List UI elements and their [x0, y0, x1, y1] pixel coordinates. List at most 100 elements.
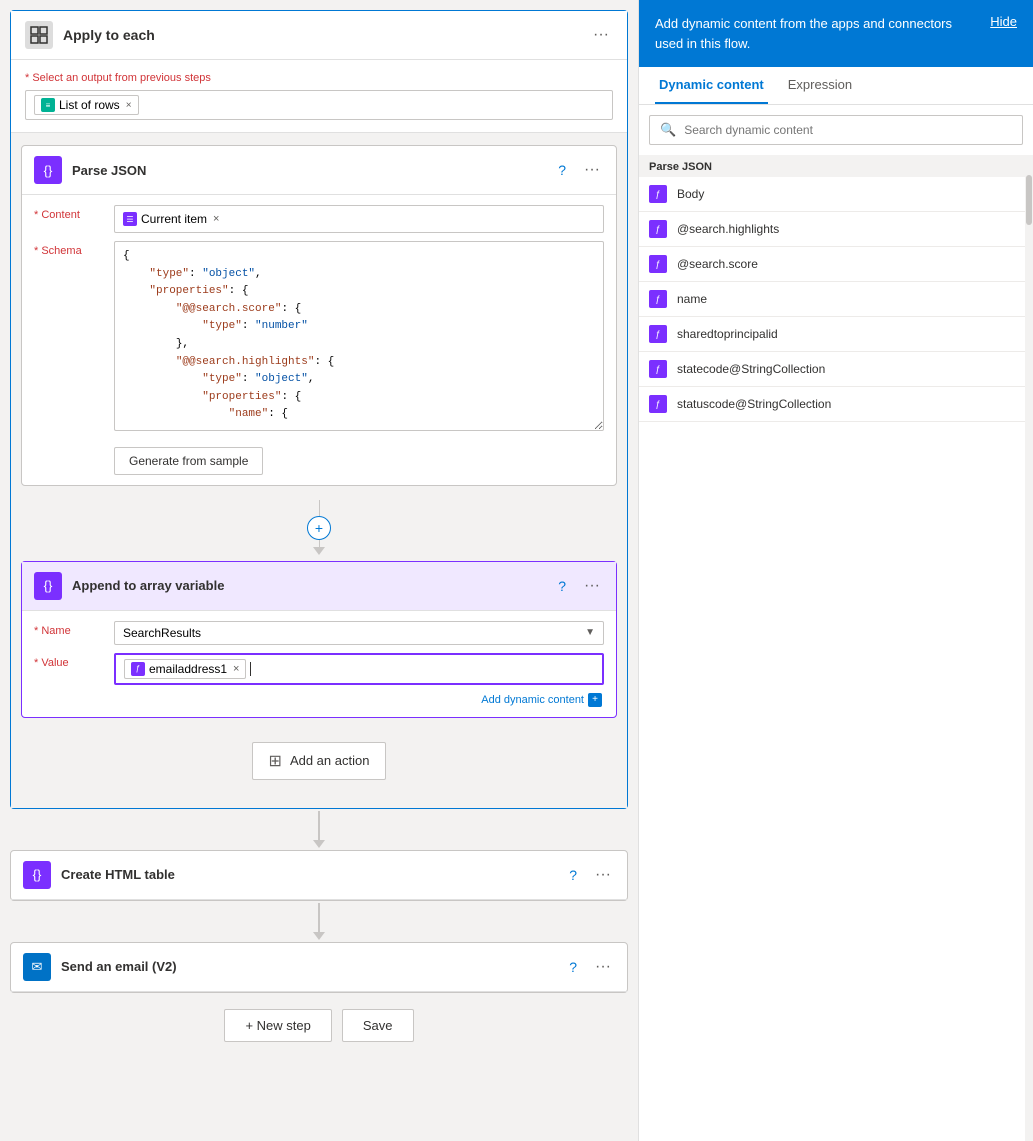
- value-label: Value: [34, 653, 104, 669]
- dynamic-name-icon: ƒ: [649, 290, 667, 308]
- append-array-title: Append to array variable: [72, 578, 554, 593]
- append-array-body: Name SearchResults ▼ Value ƒ emailaddres…: [22, 611, 616, 717]
- dynamic-statecode-icon: ƒ: [649, 360, 667, 378]
- value-cursor: [250, 662, 251, 676]
- select-output-label: * Select an output from previous steps: [25, 72, 613, 84]
- append-more-btn[interactable]: ···: [580, 575, 604, 597]
- append-help-btn[interactable]: ?: [554, 576, 570, 596]
- vert-line-1: [318, 811, 320, 841]
- generate-from-sample-btn[interactable]: Generate from sample: [114, 447, 263, 475]
- schema-content: { "type": "object", "properties": { "@@s…: [123, 248, 595, 424]
- arrow-down-1: [313, 547, 325, 555]
- send-email-header: ✉ Send an email (V2) ? ···: [11, 943, 627, 992]
- parse-json-body: Content ☰ Current item × Schema {: [22, 195, 616, 485]
- name-dropdown-chevron: ▼: [585, 627, 595, 638]
- emailaddress-tag-icon: ƒ: [131, 662, 145, 676]
- html-table-more-btn[interactable]: ···: [591, 864, 615, 886]
- dynamic-item-statuscode[interactable]: ƒ statuscode@StringCollection: [639, 387, 1033, 422]
- create-html-table-card: {} Create HTML table ? ···: [10, 850, 628, 901]
- parse-json-help-btn[interactable]: ?: [554, 160, 570, 180]
- dynamic-search-score-icon: ƒ: [649, 255, 667, 273]
- schema-textarea[interactable]: { "type": "object", "properties": { "@@s…: [114, 241, 604, 431]
- content-label: Content: [34, 205, 104, 221]
- add-action-label: Add an action: [290, 753, 370, 768]
- dynamic-item-sharedtoprincipalid[interactable]: ƒ sharedtoprincipalid: [639, 317, 1033, 352]
- apply-to-each-title: Apply to each: [63, 27, 589, 43]
- connector-line-1: [319, 500, 320, 516]
- search-dynamic-input[interactable]: [684, 123, 1012, 137]
- new-step-btn[interactable]: + New step: [224, 1009, 331, 1042]
- inner-area: {} Parse JSON ? ··· Content ☰ Current it…: [11, 132, 627, 808]
- create-html-table-title: Create HTML table: [61, 867, 565, 882]
- emailaddress-tag-close[interactable]: ×: [233, 663, 239, 675]
- list-rows-tag-label: List of rows: [59, 98, 120, 112]
- add-action-btn[interactable]: ⊞ Add an action: [252, 742, 387, 780]
- tab-expression[interactable]: Expression: [784, 67, 856, 104]
- list-rows-tag-container[interactable]: ≡ List of rows ×: [25, 90, 613, 120]
- html-table-actions: ? ···: [565, 864, 615, 886]
- name-dropdown[interactable]: SearchResults ▼: [114, 621, 604, 645]
- send-email-title: Send an email (V2): [61, 959, 565, 974]
- name-label: Name: [34, 621, 104, 637]
- dynamic-item-statecode[interactable]: ƒ statecode@StringCollection: [639, 352, 1033, 387]
- value-input[interactable]: ƒ emailaddress1 ×: [114, 653, 604, 685]
- name-dropdown-value: SearchResults: [123, 626, 201, 640]
- dynamic-sharedtoprincipalid-icon: ƒ: [649, 325, 667, 343]
- apply-to-each-card: Apply to each ··· * Select an output fro…: [10, 10, 628, 809]
- dynamic-body-icon: ƒ: [649, 185, 667, 203]
- hide-panel-btn[interactable]: Hide: [990, 14, 1017, 29]
- dynamic-statuscode-label: statuscode@StringCollection: [677, 397, 831, 411]
- content-input[interactable]: ☰ Current item ×: [114, 205, 604, 233]
- dynamic-content-search-box: 🔍: [649, 115, 1023, 145]
- send-email-help-btn[interactable]: ?: [565, 957, 581, 977]
- dynamic-content-list: Parse JSON ƒ Body ƒ @search.highlights ƒ…: [639, 155, 1033, 1141]
- apply-to-each-icon: [25, 21, 53, 49]
- schema-label: Schema: [34, 241, 104, 257]
- connector-2: [0, 809, 638, 850]
- dynamic-content-header-text: Add dynamic content from the apps and co…: [655, 14, 980, 53]
- tab-dynamic-content[interactable]: Dynamic content: [655, 67, 768, 104]
- connector-1: +: [21, 494, 617, 561]
- dynamic-search-highlights-label: @search.highlights: [677, 222, 779, 236]
- html-table-help-btn[interactable]: ?: [565, 865, 581, 885]
- arrow-down-3: [313, 932, 325, 940]
- dynamic-item-search-highlights[interactable]: ƒ @search.highlights: [639, 212, 1033, 247]
- parse-json-icon: {}: [34, 156, 62, 184]
- dynamic-item-body[interactable]: ƒ Body: [639, 177, 1033, 212]
- dynamic-item-name[interactable]: ƒ name: [639, 282, 1033, 317]
- apply-more-btn[interactable]: ···: [589, 24, 613, 46]
- add-dynamic-content-link[interactable]: Add dynamic content +: [34, 693, 604, 707]
- connector-3: [0, 901, 638, 942]
- dynamic-name-label: name: [677, 292, 707, 306]
- dynamic-item-search-score[interactable]: ƒ @search.score: [639, 247, 1033, 282]
- current-item-close[interactable]: ×: [213, 213, 219, 225]
- apply-body: * Select an output from previous steps ≡…: [11, 60, 627, 132]
- emailaddress-tag-label: emailaddress1: [149, 662, 227, 676]
- add-action-area: ⊞ Add an action: [21, 726, 617, 796]
- dynamic-statecode-label: statecode@StringCollection: [677, 362, 825, 376]
- array-var-icon: {}: [34, 572, 62, 600]
- send-email-more-btn[interactable]: ···: [591, 956, 615, 978]
- parse-json-actions: ? ···: [554, 159, 604, 181]
- append-array-header: {} Append to array variable ? ···: [22, 562, 616, 611]
- send-email-card: ✉ Send an email (V2) ? ···: [10, 942, 628, 993]
- list-rows-tag-close[interactable]: ×: [126, 100, 132, 111]
- schema-field-row: Schema { "type": "object", "properties":…: [34, 241, 604, 431]
- add-action-icon: ⊞: [269, 751, 282, 771]
- right-panel: Add dynamic content from the apps and co…: [638, 0, 1033, 1141]
- parse-json-card: {} Parse JSON ? ··· Content ☰ Current it…: [21, 145, 617, 486]
- list-rows-tag: ≡ List of rows ×: [34, 95, 139, 115]
- current-item-tag: Current item: [141, 212, 207, 226]
- scroll-track: [1025, 155, 1033, 1141]
- dynamic-search-highlights-icon: ƒ: [649, 220, 667, 238]
- html-table-icon: {}: [23, 861, 51, 889]
- add-step-plus-btn[interactable]: +: [307, 516, 331, 540]
- save-btn[interactable]: Save: [342, 1009, 414, 1042]
- list-rows-tag-icon: ≡: [41, 98, 55, 112]
- add-dynamic-label: Add dynamic content: [481, 694, 584, 706]
- current-item-icon: ☰: [123, 212, 137, 226]
- send-email-actions: ? ···: [565, 956, 615, 978]
- parse-json-header: {} Parse JSON ? ···: [22, 146, 616, 195]
- scroll-thumb: [1026, 175, 1032, 225]
- parse-json-more-btn[interactable]: ···: [580, 159, 604, 181]
